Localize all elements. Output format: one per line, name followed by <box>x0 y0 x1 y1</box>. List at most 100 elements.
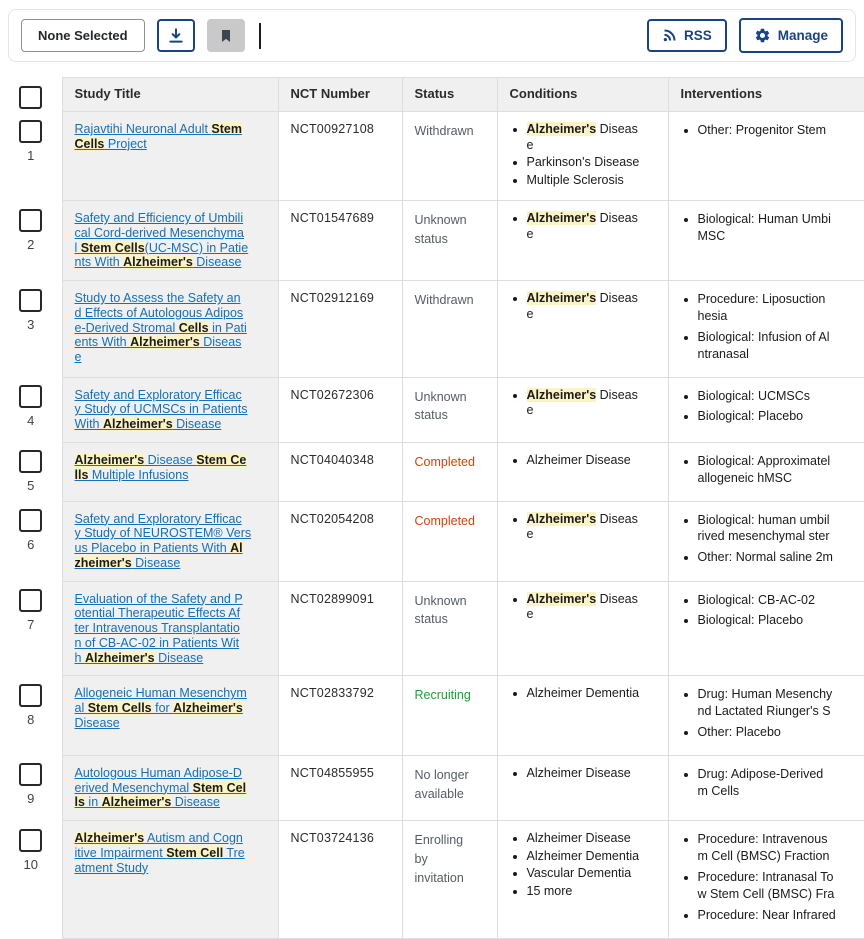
table-row: 6 Safety and Exploratory Efficac y Study… <box>0 501 864 581</box>
study-title-link[interactable]: Study to Assess the Safety an d Effects … <box>75 291 247 364</box>
row-select-cell: 6 <box>0 501 62 581</box>
row-checkbox[interactable] <box>19 120 42 143</box>
study-title-link[interactable]: Alzheimer's Disease Stem Ce lls Multiple… <box>75 453 247 482</box>
intervention-item: Procedure: Near Infrared <box>698 907 864 924</box>
nct-number-cell: NCT04040348 <box>278 442 402 501</box>
study-title-link[interactable]: Alzheimer's Autism and Cogn itive Impair… <box>75 831 245 875</box>
study-status: Unknown status <box>402 377 497 442</box>
row-checkbox[interactable] <box>19 289 42 312</box>
header-conditions: Conditions <box>497 78 668 112</box>
study-title-cell: Safety and Efficiency of Umbili cal Cord… <box>62 201 278 281</box>
none-selected-button[interactable]: None Selected <box>21 19 145 52</box>
interventions-cell: Biological: UCMSCsBiological: Placebo <box>668 377 864 442</box>
conditions-cell: Alzheimer's Diseas e <box>497 501 668 581</box>
highlighted-term: Stem Cell <box>166 846 223 860</box>
table-row: 5 Alzheimer's Disease Stem Ce lls Multip… <box>0 442 864 501</box>
condition-item: Alzheimer's Diseas e <box>527 592 656 623</box>
study-title-cell: Rajavtihi Neuronal Adult Stem Cells Proj… <box>62 112 278 201</box>
header-status: Status <box>402 78 497 112</box>
row-checkbox[interactable] <box>19 209 42 232</box>
table-row: 9 Autologous Human Adipose-D erived Mese… <box>0 755 864 820</box>
text-segment: Parkinson's Disease <box>527 155 640 169</box>
header-study-title: Study Title <box>62 78 278 112</box>
study-title-cell: Alzheimer's Disease Stem Ce lls Multiple… <box>62 442 278 501</box>
nct-number-cell: NCT02899091 <box>278 581 402 676</box>
rss-button[interactable]: RSS <box>647 19 727 52</box>
row-number: 6 <box>0 537 62 552</box>
highlighted-term: Alzheimer's <box>130 335 200 349</box>
study-title-link[interactable]: Autologous Human Adipose-D erived Mesenc… <box>75 766 247 810</box>
table-row: 10 Alzheimer's Autism and Cogn itive Imp… <box>0 821 864 938</box>
study-status: Completed <box>402 442 497 501</box>
download-button[interactable] <box>157 19 195 52</box>
table-row: 4 Safety and Exploratory Efficac y Study… <box>0 377 864 442</box>
conditions-list: Alzheimer's Diseas e <box>510 592 656 623</box>
intervention-item: Biological: CB-AC-02 <box>698 592 864 609</box>
row-number: 3 <box>0 317 62 332</box>
study-title-cell: Alzheimer's Autism and Cogn itive Impair… <box>62 821 278 938</box>
interventions-list: Biological: Human Umbi MSC <box>681 211 864 245</box>
intervention-item: Biological: UCMSCs <box>698 388 864 405</box>
table-row: 3 Study to Assess the Safety an d Effect… <box>0 281 864 378</box>
nct-number-cell: NCT00927108 <box>278 112 402 201</box>
highlighted-term: Alzheimer's <box>123 255 193 269</box>
row-checkbox[interactable] <box>19 450 42 473</box>
row-select-cell: 1 <box>0 112 62 201</box>
conditions-list: Alzheimer DiseaseAlzheimer DementiaVascu… <box>510 831 656 899</box>
highlighted-term: Alzheimer's <box>527 211 597 225</box>
study-status: Completed <box>402 501 497 581</box>
condition-item: Multiple Sclerosis <box>527 173 656 189</box>
rss-button-label: RSS <box>684 28 712 43</box>
row-select-cell: 3 <box>0 281 62 378</box>
intervention-item: Procedure: Liposuction hesia <box>698 291 864 325</box>
row-select-cell: 8 <box>0 676 62 756</box>
row-checkbox[interactable] <box>19 763 42 786</box>
row-checkbox[interactable] <box>19 385 42 408</box>
row-select-cell: 5 <box>0 442 62 501</box>
interventions-cell: Biological: human umbil rived mesenchyma… <box>668 501 864 581</box>
intervention-item: Procedure: Intranasal To w Stem Cell (BM… <box>698 869 864 903</box>
condition-item: Alzheimer Disease <box>527 831 656 847</box>
conditions-cell: Alzheimer's Diseas e <box>497 377 668 442</box>
study-status: Unknown status <box>402 201 497 281</box>
highlighted-term: Stem Cells <box>81 241 145 255</box>
row-checkbox[interactable] <box>19 829 42 852</box>
text-segment: Multiple Sclerosis <box>527 173 624 187</box>
intervention-item: Drug: Human Mesenchy nd Lactated Riunger… <box>698 686 864 720</box>
manage-button-label: Manage <box>778 28 828 43</box>
row-select-cell: 2 <box>0 201 62 281</box>
table-row: 8 Allogeneic Human Mesenchym al Stem Cel… <box>0 676 864 756</box>
row-checkbox[interactable] <box>19 684 42 707</box>
condition-item: Alzheimer Dementia <box>527 686 656 702</box>
results-toolbar: None Selected <box>8 9 856 62</box>
interventions-cell: Biological: CB-AC-02Biological: Placebo <box>668 581 864 676</box>
highlighted-term: Alzheimer's <box>527 122 597 136</box>
text-segment: Rajavtihi Neuronal Adult <box>75 122 212 136</box>
results-table-wrapper: Study Title NCT Number Status Conditions… <box>0 77 864 939</box>
manage-button[interactable]: Manage <box>739 18 843 53</box>
condition-item: Alzheimer's Diseas e <box>527 211 656 242</box>
conditions-cell: Alzheimer's Diseas eParkinson's DiseaseM… <box>497 112 668 201</box>
row-select-cell: 4 <box>0 377 62 442</box>
interventions-cell: Biological: Approximatel allogeneic hMSC <box>668 442 864 501</box>
row-checkbox[interactable] <box>19 589 42 612</box>
rss-icon <box>662 28 677 43</box>
study-title-link[interactable]: Evaluation of the Safety and P otential … <box>75 592 243 665</box>
condition-item: Vascular Dementia <box>527 866 656 882</box>
select-all-checkbox[interactable] <box>19 86 42 109</box>
condition-item: Alzheimer Disease <box>527 453 656 469</box>
study-title-cell: Allogeneic Human Mesenchym al Stem Cells… <box>62 676 278 756</box>
intervention-item: Other: Placebo <box>698 724 864 741</box>
highlighted-term: Cells <box>179 321 209 335</box>
highlighted-term: Stem Cells <box>88 701 152 715</box>
study-title-link[interactable]: Safety and Exploratory Efficac y Study o… <box>75 512 252 570</box>
text-segment: 15 more <box>527 884 573 898</box>
study-title-link[interactable]: Safety and Efficiency of Umbili cal Cord… <box>75 211 249 269</box>
row-checkbox[interactable] <box>19 509 42 532</box>
study-title-link[interactable]: Safety and Exploratory Efficac y Study o… <box>75 388 248 432</box>
study-title-link[interactable]: Rajavtihi Neuronal Adult Stem Cells Proj… <box>75 122 242 151</box>
study-title-link[interactable]: Allogeneic Human Mesenchym al Stem Cells… <box>75 686 247 730</box>
table-header-row: Study Title NCT Number Status Conditions… <box>0 78 864 112</box>
header-nct-number: NCT Number <box>278 78 402 112</box>
bookmark-button[interactable] <box>207 19 245 52</box>
